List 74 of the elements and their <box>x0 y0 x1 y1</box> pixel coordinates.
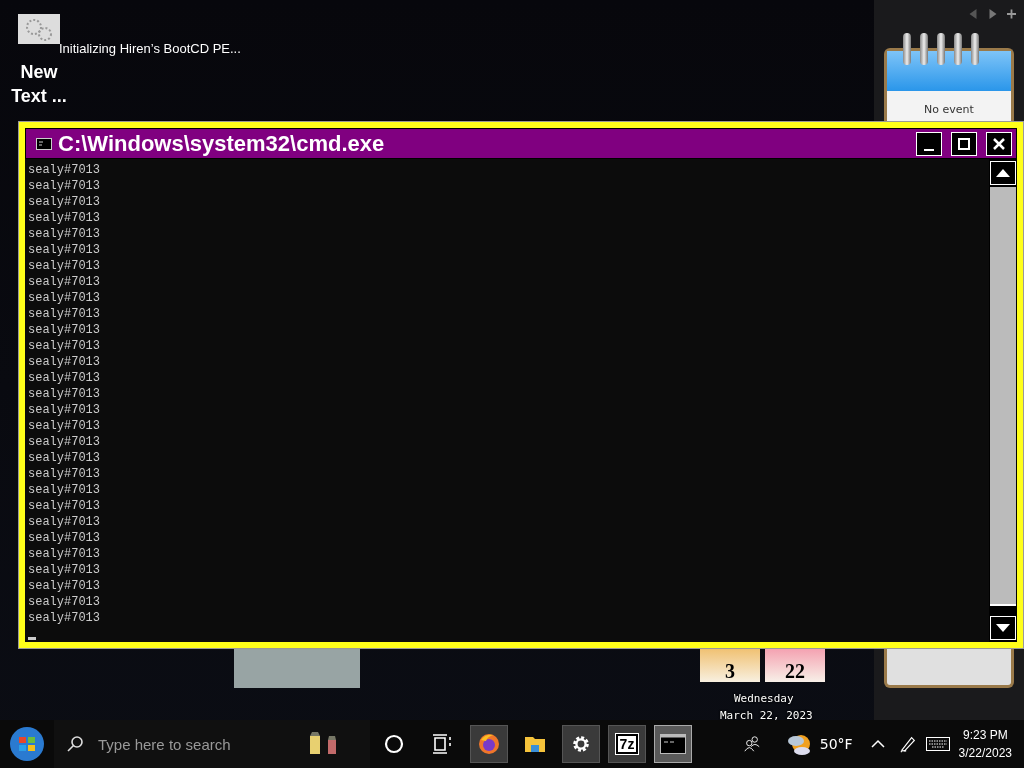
console-line: sealy#7013 <box>28 578 100 594</box>
scroll-up-button[interactable] <box>990 161 1016 185</box>
console-line: sealy#7013 <box>28 450 100 466</box>
calendar-day-card: 22 <box>765 648 825 682</box>
clock[interactable]: 9:23 PM 3/22/2023 <box>952 726 1024 762</box>
calendar-month-card: 3 <box>700 648 760 682</box>
console-line: sealy#7013 <box>28 562 100 578</box>
console-line: sealy#7013 <box>28 306 100 322</box>
windows-logo-icon <box>9 726 45 762</box>
task-view-icon <box>431 734 453 754</box>
console-icon <box>36 137 52 150</box>
console-line: sealy#7013 <box>28 610 100 626</box>
scroll-down-button[interactable] <box>990 616 1016 640</box>
settings-taskbar-button[interactable] <box>562 725 600 763</box>
search-field[interactable]: Type here to search <box>96 734 300 754</box>
console-line: sealy#7013 <box>28 162 100 178</box>
browser-icon <box>477 732 501 756</box>
console-line: sealy#7013 <box>28 242 100 258</box>
console-line: sealy#7013 <box>28 498 100 514</box>
chevron-up-icon <box>870 739 885 749</box>
console-line: sealy#7013 <box>28 274 100 290</box>
console-line: sealy#7013 <box>28 434 100 450</box>
gear-icon <box>570 733 592 755</box>
weekday-text: Wednesday <box>734 692 794 705</box>
search-box[interactable]: Type here to search <box>54 720 370 768</box>
scrollbar[interactable] <box>989 159 1017 642</box>
gear-thumbnail-icon <box>18 14 60 44</box>
up-arrow-icon <box>996 168 1010 178</box>
console-line: sealy#7013 <box>28 354 100 370</box>
date-text: March 22, 2023 <box>720 709 813 722</box>
console-line: sealy#7013 <box>28 594 100 610</box>
console-line: sealy#7013 <box>28 482 100 498</box>
minimize-icon <box>924 148 934 151</box>
minimize-button[interactable] <box>916 131 942 156</box>
maximize-icon <box>957 136 971 151</box>
desktop-icon-label[interactable]: New Text ... <box>4 60 74 108</box>
close-button[interactable] <box>986 131 1012 156</box>
console-line: sealy#7013 <box>28 514 100 530</box>
console-line: sealy#7013 <box>28 178 100 194</box>
note-text: No event <box>923 103 975 116</box>
browser-taskbar-button[interactable] <box>470 725 508 763</box>
search-icon <box>66 735 84 753</box>
maximize-button[interactable] <box>951 131 977 156</box>
console-line: sealy#7013 <box>28 210 100 226</box>
console-line: sealy#7013 <box>28 194 100 210</box>
console-line: sealy#7013 <box>28 338 100 354</box>
notification-text: Initializing Hiren’s BootCD PE... <box>59 41 241 56</box>
console-line: sealy#7013 <box>28 402 100 418</box>
add-icon[interactable] <box>1007 9 1016 19</box>
circle-icon <box>384 734 404 754</box>
console-icon <box>660 734 686 754</box>
console-line: sealy#7013 <box>28 530 100 546</box>
console-line: sealy#7013 <box>28 418 100 434</box>
pen-icon <box>898 735 917 753</box>
console-line: sealy#7013 <box>28 546 100 562</box>
text-cursor <box>28 637 36 640</box>
scroll-thumb[interactable] <box>990 604 1016 614</box>
console-line: sealy#7013 <box>28 290 100 306</box>
console-taskbar-button[interactable] <box>654 725 692 763</box>
window-title: C:\Windows\system32\cmd.exe <box>58 130 386 157</box>
keyboard-icon <box>925 737 950 751</box>
close-icon <box>992 136 1006 151</box>
weather-moon-cloud-icon <box>785 732 812 756</box>
console-line: sealy#7013 <box>28 466 100 482</box>
console-line: sealy#7013 <box>28 226 100 242</box>
console-line: sealy#7013 <box>28 370 100 386</box>
console-line: sealy#7013 <box>28 386 100 402</box>
down-arrow-icon <box>996 623 1010 633</box>
people-icon <box>742 735 761 753</box>
console-line: sealy#7013 <box>28 322 100 338</box>
archiver-taskbar-button[interactable]: 7z <box>608 725 646 763</box>
next-icon[interactable] <box>988 9 997 19</box>
console-line: sealy#7013 <box>28 258 100 274</box>
weather-widget[interactable]: 50°F <box>775 720 863 768</box>
